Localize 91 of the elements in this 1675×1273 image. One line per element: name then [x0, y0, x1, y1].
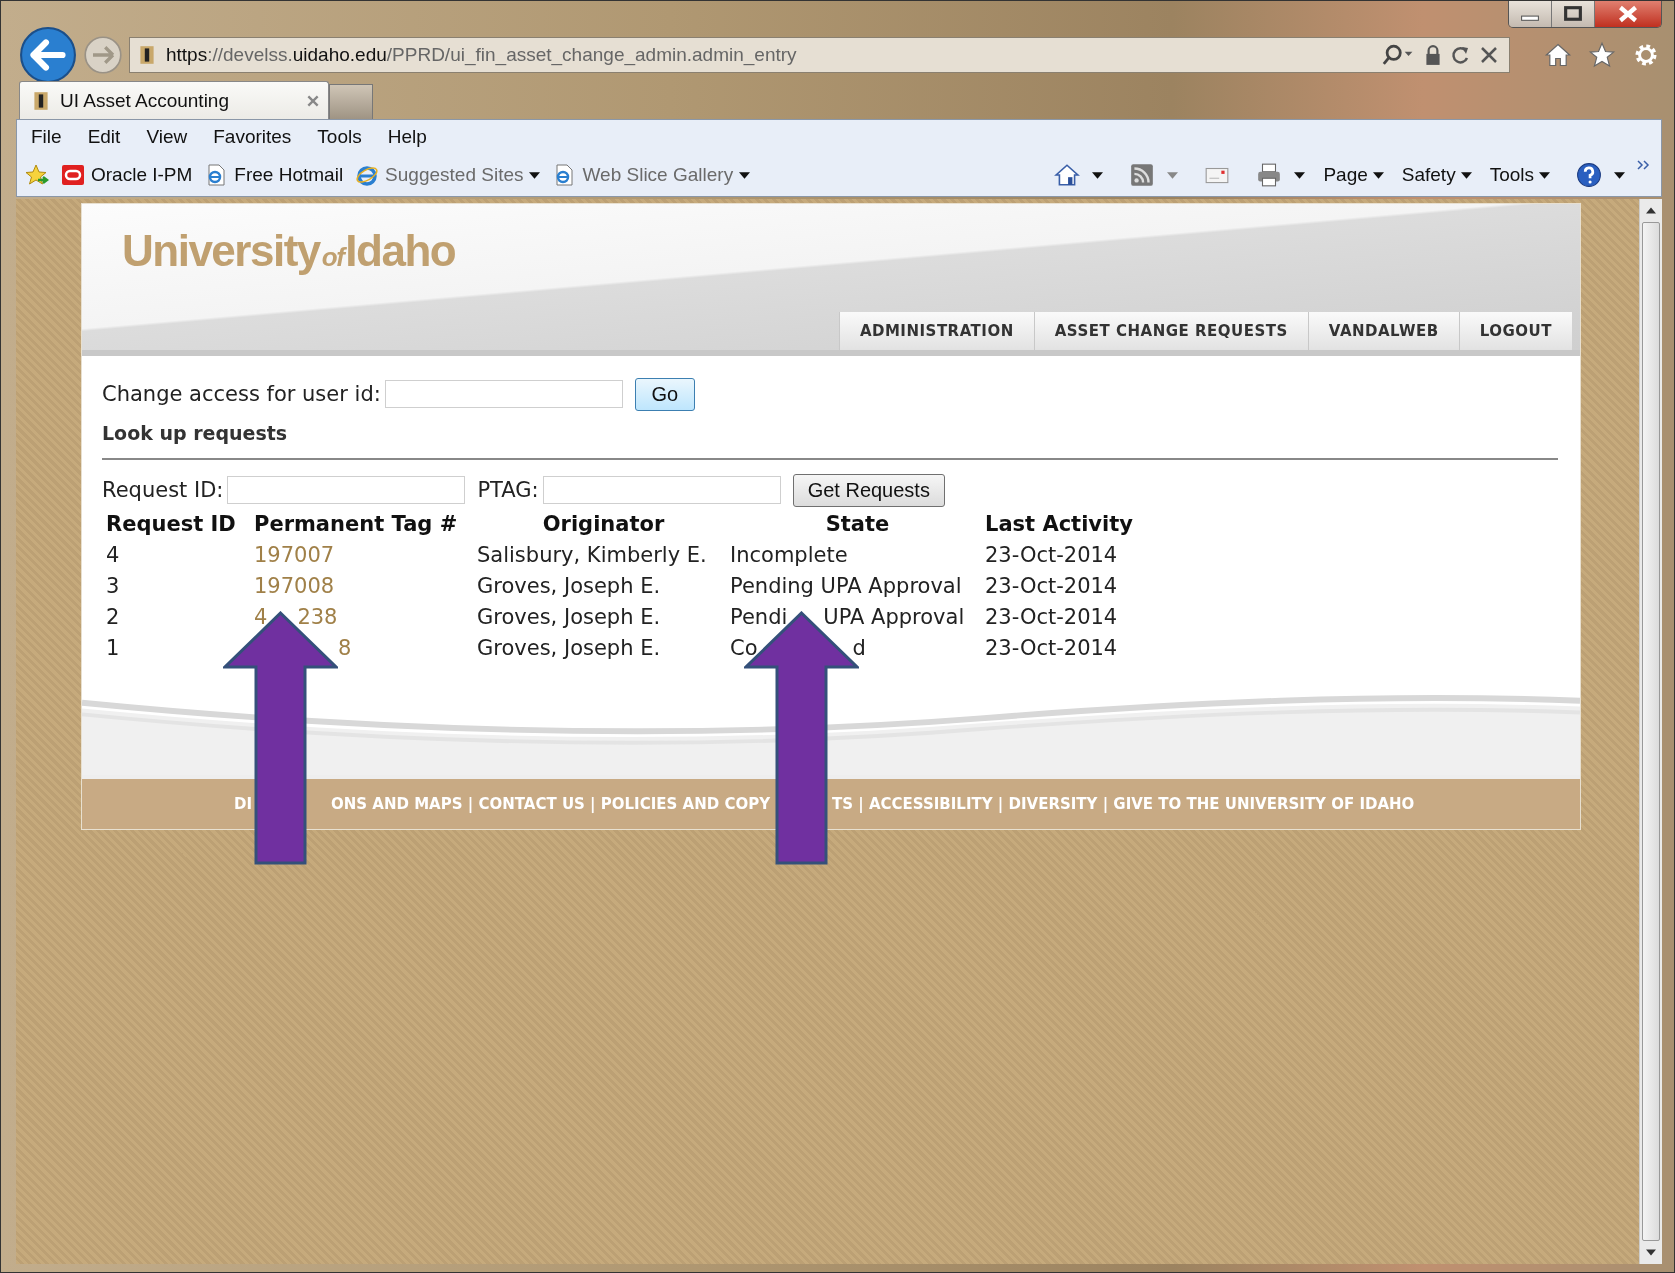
- table-cell: 23-Oct-2014: [985, 574, 1118, 598]
- table-cell: Groves, Joseph E.: [477, 605, 661, 629]
- tab-title: UI Asset Accounting: [60, 89, 230, 112]
- university-logo: UniversityofIdaho: [122, 226, 456, 276]
- table-cell: Incomplete: [730, 543, 848, 567]
- menu-item[interactable]: Help: [387, 126, 439, 148]
- oracle-icon: [61, 163, 85, 187]
- new-tab-button[interactable]: [329, 84, 373, 119]
- scrollbar-thumb[interactable]: [1642, 222, 1660, 1241]
- column-header: Originator: [541, 512, 666, 538]
- caret-icon: [1372, 171, 1384, 179]
- tag-link[interactable]: 197008: [254, 574, 335, 598]
- caret-icon: [1539, 171, 1550, 179]
- refresh-icon[interactable]: [1451, 44, 1471, 66]
- menu-item[interactable]: View: [146, 126, 200, 148]
- column-header: State: [824, 512, 891, 538]
- table-cell: Pendi: [730, 605, 788, 629]
- table-cell: UPA Approval: [823, 605, 965, 629]
- field-label: PTAG:: [477, 478, 539, 502]
- table-cell: Groves, Joseph E.: [477, 636, 661, 660]
- table-cell: 2: [106, 605, 120, 629]
- table-cell: 23-Oct-2014: [985, 636, 1118, 660]
- scroll-down-icon[interactable]: [1646, 1249, 1656, 1256]
- nav-tab[interactable]: LOGOUT: [1458, 312, 1572, 350]
- section-heading: Look up requests: [102, 422, 289, 444]
- table-cell: 4: [106, 543, 120, 567]
- print-button[interactable]: [1256, 162, 1306, 188]
- nav-tab[interactable]: VANDALWEB: [1307, 312, 1459, 350]
- browser-tab[interactable]: UI Asset Accounting: [19, 81, 329, 119]
- lock-icon: [1423, 44, 1443, 66]
- caret-icon: [1167, 171, 1179, 179]
- field-label: Change access for user id:: [102, 382, 381, 406]
- favorites-star-icon[interactable]: [25, 163, 49, 187]
- user-id-field[interactable]: [384, 380, 623, 408]
- back-button[interactable]: [19, 26, 77, 84]
- nav-tab[interactable]: ASSET CHANGE REQUESTS: [1033, 312, 1308, 350]
- menu-item[interactable]: Edit: [87, 126, 133, 148]
- close-button[interactable]: [1595, 1, 1661, 27]
- table-cell: Pending UPA Approval: [730, 574, 962, 598]
- column-header: Permanent Tag #: [254, 512, 459, 538]
- favorites-link[interactable]: Free Hotmail: [204, 163, 344, 187]
- search-input-field[interactable]: [542, 476, 781, 504]
- field-label: Request ID:: [102, 478, 224, 502]
- column-header: Request ID: [106, 512, 237, 538]
- table-cell: 23-Oct-2014: [985, 605, 1118, 629]
- get-requests-button[interactable]: Get Requests: [792, 473, 945, 507]
- home-icon[interactable]: [1544, 41, 1572, 69]
- home-icon: [1054, 162, 1081, 188]
- command-menu[interactable]: Safety: [1401, 164, 1472, 186]
- tag-link[interactable]: 4: [254, 605, 268, 629]
- search-input-field[interactable]: [227, 476, 466, 504]
- scrollbar[interactable]: [1639, 199, 1662, 1264]
- command-menu[interactable]: Tools: [1489, 164, 1550, 186]
- printer-icon: [1256, 162, 1283, 188]
- feeds-button[interactable]: [1129, 162, 1179, 188]
- help-icon: [1576, 162, 1602, 188]
- tag-link[interactable]: 8: [338, 636, 352, 660]
- scroll-up-icon[interactable]: [1646, 207, 1656, 214]
- tag-link[interactable]: 197007: [254, 543, 335, 567]
- caret-icon: [1294, 171, 1306, 179]
- maximize-button[interactable]: [1552, 1, 1595, 27]
- table-cell: Salisbury, Kimberly E.: [477, 543, 707, 567]
- caret-icon: [1614, 171, 1625, 179]
- star-icon[interactable]: [1588, 41, 1616, 69]
- menu-item[interactable]: Tools: [317, 126, 374, 148]
- home-button[interactable]: [1054, 162, 1104, 188]
- caret-icon: [1460, 171, 1472, 179]
- close-tab-icon[interactable]: [306, 93, 320, 108]
- url-text: https://develss.uidaho.edu/PPRD/ui_fin_asset_change_admin.admin_entry: [166, 44, 797, 66]
- footer-links: DI ONS AND MAPS | CONTACT US | POLICIES AND COPY TS | ACCESSIBILITY | DIVERSITY | GIVE TO THE UNIVERSITY OF IDAHO: [234, 795, 1415, 813]
- column-header: Last Activity: [985, 512, 1134, 538]
- feed-icon: [1129, 162, 1156, 188]
- globe-e-icon: [355, 163, 380, 187]
- address-bar[interactable]: https://develss.uidaho.edu/PPRD/ui_fin_asset_change_admin.admin_entry: [129, 37, 1510, 73]
- table-cell: d: [852, 636, 866, 660]
- chevron-icon[interactable]: [1637, 160, 1651, 170]
- tag-link[interactable]: 238: [297, 605, 338, 629]
- nav-tab[interactable]: ADMINISTRATION: [838, 312, 1034, 350]
- help-button[interactable]: [1576, 162, 1625, 188]
- table-cell: 1: [106, 636, 120, 660]
- table-cell: Groves, Joseph E.: [477, 574, 661, 598]
- minimize-button[interactable]: [1509, 1, 1552, 27]
- menu-item[interactable]: Favorites: [213, 126, 304, 148]
- menu-item[interactable]: File: [31, 126, 74, 148]
- favorites-link[interactable]: Oracle I-PM: [61, 163, 193, 187]
- caret-icon: [1092, 171, 1104, 179]
- table-cell: 23-Oct-2014: [985, 543, 1118, 567]
- go-button[interactable]: Go: [634, 377, 695, 411]
- command-menu[interactable]: Page: [1323, 164, 1384, 186]
- table-cell: 3: [106, 574, 120, 598]
- table-cell: Co: [730, 636, 758, 660]
